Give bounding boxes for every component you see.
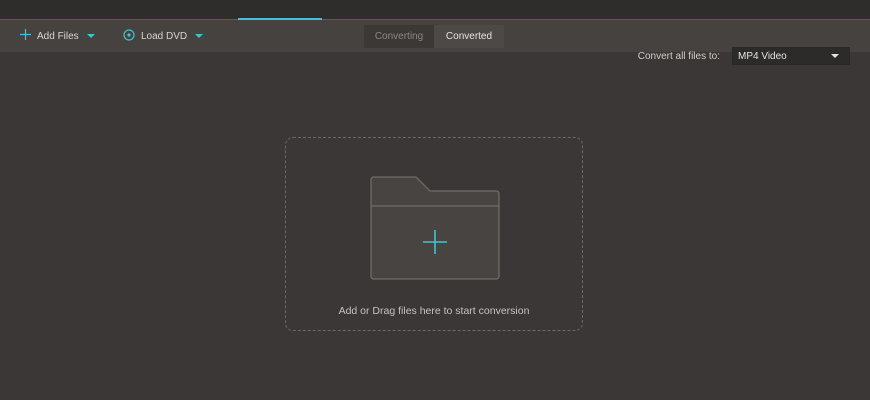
- output-format-select[interactable]: MP4 Video: [732, 47, 850, 65]
- load-dvd-label: Load DVD: [141, 30, 188, 42]
- tab-converting[interactable]: Converting: [364, 25, 434, 48]
- plus-icon: [20, 29, 31, 43]
- folder-add-icon[interactable]: [370, 176, 500, 280]
- load-dvd-button[interactable]: Load DVD: [123, 20, 204, 52]
- drop-zone-hint: Add or Drag files here to start conversi…: [338, 305, 530, 317]
- add-files-button[interactable]: Add Files: [20, 20, 95, 52]
- title-bar: [0, 0, 870, 20]
- status-tab-group: Converting Converted: [364, 25, 504, 48]
- caret-down-icon[interactable]: [195, 31, 204, 42]
- add-files-label: Add Files: [37, 30, 79, 42]
- file-drop-zone[interactable]: Add or Drag files here to start conversi…: [285, 137, 583, 331]
- tab-converted[interactable]: Converted: [434, 25, 504, 48]
- output-format-value: MP4 Video: [738, 50, 787, 62]
- convert-all-label: Convert all files to:: [637, 50, 720, 62]
- caret-down-icon[interactable]: [86, 31, 95, 42]
- disc-icon: [123, 28, 135, 44]
- caret-down-icon: [831, 51, 839, 62]
